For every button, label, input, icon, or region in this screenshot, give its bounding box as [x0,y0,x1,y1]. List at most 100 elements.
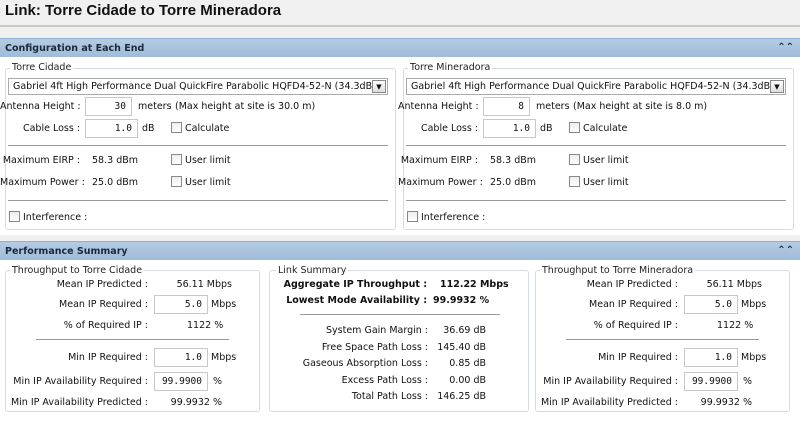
section-title: Performance Summary [5,246,128,257]
cable-loss-unit: dB [142,123,155,134]
cable-loss-input[interactable]: 1.0 [85,119,138,138]
config-section-header[interactable]: Configuration at Each End ⌃⌃ [0,38,800,57]
min-ip-availability-required-label: Min IP Availability Required : [13,376,148,387]
antenna-height-input[interactable]: 30 [85,97,132,116]
link-summary-row-value: 0.85 dB [449,358,486,369]
max-power-value: 25.0 dBm [92,177,138,188]
mean-ip-predicted-label: Mean IP Predicted : [586,279,678,290]
site-name: Torre Mineradora [408,62,493,73]
link-summary-row-value: 145.40 dB [437,341,486,353]
percent-unit: % [213,376,223,387]
divider [300,314,500,315]
site-name: Torre Cidade [10,62,74,73]
mean-ip-required-input[interactable]: 5.0 [684,295,738,314]
user-limit-label: User limit [185,155,231,166]
divider [406,200,786,201]
link-summary-title: Link Summary [276,265,349,276]
performance-section-header[interactable]: Performance Summary ⌃⌃ [0,241,800,260]
mean-ip-predicted-value: 56.11 Mbps [706,279,762,290]
divider [0,25,800,27]
min-ip-required-input[interactable]: 1.0 [684,348,738,367]
divider [566,339,759,340]
antenna-select-value: Gabriel 4ft High Performance Dual QuickF… [13,81,379,92]
antenna-height-input[interactable]: 8 [483,97,530,116]
calculate-checkbox[interactable] [171,122,182,133]
min-ip-availability-predicted-value: 99.9932 % [700,397,752,408]
eirp-user-limit-checkbox[interactable] [171,154,182,165]
eirp-user-limit-checkbox[interactable] [569,154,580,165]
user-limit-label: User limit [185,177,231,188]
aggregate-throughput-label: Aggregate IP Throughput : [283,279,427,290]
link-summary-row-value: 36.69 dB [443,325,486,336]
mean-ip-required-label: Mean IP Required : [589,299,678,310]
min-ip-availability-required-label: Min IP Availability Required : [543,376,678,387]
interference-checkbox[interactable] [407,211,418,222]
cable-loss-input[interactable]: 1.0 [483,119,536,138]
power-user-limit-checkbox[interactable] [569,176,580,187]
height-unit: meters [138,101,172,112]
min-ip-required-label: Min IP Required : [68,352,148,363]
link-summary-row-value: 0.00 dB [449,374,486,386]
max-height-note: (Max height at site is 8.0 m) [573,101,708,112]
link-summary-row-label: Total Path Loss : [351,391,428,402]
calculate-checkbox[interactable] [569,122,580,133]
max-eirp-label: Maximum EIRP : [2,155,80,166]
link-summary-row-value: 146.25 dB [437,391,486,402]
interference-checkbox[interactable] [9,211,20,222]
pct-required-ip-value: 1122 % [717,320,754,331]
max-eirp-value: 58.3 dBm [92,155,138,166]
mbps-unit: Mbps [211,299,237,310]
cable-loss-label: Cable Loss : [22,123,80,134]
pct-required-ip-label: % of Required IP : [593,320,678,331]
max-power-value: 25.0 dBm [490,177,536,188]
min-ip-availability-required-input[interactable]: 99.9900 [154,372,208,391]
mean-ip-required-input[interactable]: 5.0 [154,295,208,314]
link-summary-row-label: Excess Path Loss : [341,374,428,386]
throughput-group [5,270,260,412]
mbps-unit: Mbps [741,299,767,310]
interference-label: Interference : [421,212,486,223]
antenna-select[interactable]: Gabriel 4ft High Performance Dual QuickF… [8,78,388,95]
throughput-title: Throughput to Torre Mineradora [540,265,696,276]
mbps-unit: Mbps [741,352,767,363]
calculate-label: Calculate [583,123,628,134]
divider [8,145,388,146]
pct-required-ip-label: % of Required IP : [63,320,148,331]
max-eirp-value: 58.3 dBm [490,155,536,166]
throughput-title: Throughput to Torre Cidade [10,265,145,276]
divider [8,200,388,201]
min-ip-required-label: Min IP Required : [598,352,678,363]
antenna-select[interactable]: Gabriel 4ft High Performance Dual QuickF… [406,78,786,95]
lowest-mode-availability-label: Lowest Mode Availability : [286,295,427,306]
max-eirp-label: Maximum EIRP : [400,155,478,166]
antenna-height-label: Antenna Height : [0,101,81,112]
divider [36,339,229,340]
aggregate-throughput-value: 112.22 Mbps [440,279,509,290]
divider [406,145,786,146]
max-power-label: Maximum Power : [398,177,483,188]
link-summary-row-label: Free Space Path Loss : [321,341,428,353]
min-ip-availability-required-input[interactable]: 99.9900 [684,372,738,391]
max-height-note: (Max height at site is 30.0 m) [175,101,316,112]
min-ip-availability-predicted-value: 99.9932 % [170,397,222,408]
user-limit-label: User limit [583,177,629,188]
section-title: Configuration at Each End [5,43,145,54]
dropdown-arrow-icon[interactable]: ▼ [770,80,784,93]
height-unit: meters [536,101,570,112]
lowest-mode-availability-value: 99.9932 % [433,295,490,306]
mbps-unit: Mbps [211,352,237,363]
collapse-chevron-icon[interactable]: ⌃⌃ [777,245,794,256]
dropdown-arrow-icon[interactable]: ▼ [372,80,386,93]
antenna-height-label: Antenna Height : [398,101,479,112]
throughput-group [535,270,790,412]
min-ip-required-input[interactable]: 1.0 [154,348,208,367]
power-user-limit-checkbox[interactable] [171,176,182,187]
antenna-select-value: Gabriel 4ft High Performance Dual QuickF… [411,81,777,92]
user-limit-label: User limit [583,155,629,166]
cable-loss-unit: dB [540,123,553,134]
link-summary-row-label: System Gain Margin : [326,325,428,336]
cable-loss-label: Cable Loss : [420,123,478,134]
percent-unit: % [743,376,753,387]
min-ip-availability-predicted-label: Min IP Availability Predicted : [540,397,678,408]
collapse-chevron-icon[interactable]: ⌃⌃ [777,42,794,53]
